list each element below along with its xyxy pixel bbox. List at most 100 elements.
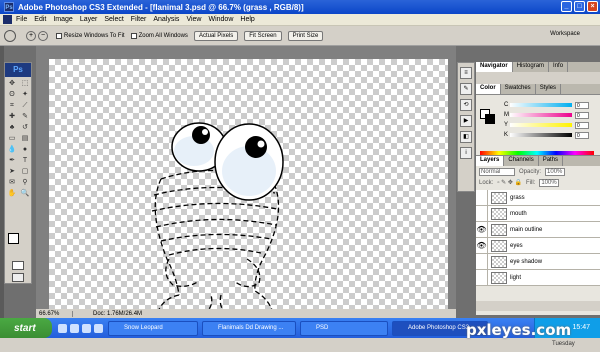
eyedropper-icon[interactable]: ⚲ bbox=[19, 178, 31, 188]
layer-row[interactable]: 👁 eyes bbox=[476, 237, 600, 254]
eye-icon[interactable]: 👁 bbox=[476, 221, 488, 238]
layers-footer-icons[interactable] bbox=[476, 301, 600, 311]
print-size-button[interactable]: Print Size bbox=[287, 30, 324, 41]
menu-window[interactable]: Window bbox=[208, 16, 233, 23]
lock-icons[interactable]: ▫ ✎ ✥ 🔒 bbox=[497, 179, 522, 186]
close-button[interactable]: × bbox=[587, 1, 598, 12]
brush-tool-icon[interactable]: ✎ bbox=[19, 112, 31, 122]
dodge-tool-icon[interactable]: ● bbox=[19, 145, 31, 155]
tool-presets-icon[interactable]: ✎ bbox=[460, 83, 472, 95]
visibility-toggle-icon[interactable] bbox=[476, 269, 488, 286]
info-panel-icon[interactable]: i bbox=[460, 147, 472, 159]
marquee-tool-icon[interactable]: ⬚ bbox=[19, 79, 31, 89]
taskbar-item-snow-leopard[interactable]: Snow Leopard bbox=[108, 320, 198, 336]
lasso-tool-icon[interactable]: ʘ bbox=[6, 90, 18, 100]
tab-paths[interactable]: Paths bbox=[539, 156, 564, 166]
yellow-slider[interactable] bbox=[510, 123, 572, 127]
shape-tool-icon[interactable]: ▢ bbox=[19, 167, 31, 177]
tab-navigator[interactable]: Navigator bbox=[476, 62, 513, 72]
tab-swatches[interactable]: Swatches bbox=[501, 84, 536, 94]
magic-wand-icon[interactable]: ✦ bbox=[19, 90, 31, 100]
quick-launch-icon[interactable] bbox=[94, 323, 103, 333]
blur-tool-icon[interactable]: 💧 bbox=[6, 145, 18, 155]
history-brush-icon[interactable]: ↺ bbox=[19, 123, 31, 133]
stamp-tool-icon[interactable]: ♣ bbox=[6, 123, 18, 133]
layer-row[interactable]: 👁 main outline bbox=[476, 221, 600, 238]
quick-launch-icon[interactable] bbox=[70, 323, 79, 333]
cyan-value[interactable]: 0 bbox=[575, 101, 589, 109]
visibility-toggle-icon[interactable] bbox=[476, 189, 488, 206]
tab-styles[interactable]: Styles bbox=[536, 84, 562, 94]
layer-comps-icon[interactable]: ◧ bbox=[460, 131, 472, 143]
zoom-tool-icon[interactable] bbox=[4, 29, 16, 42]
zoom-out-icon[interactable]: − bbox=[38, 30, 48, 41]
visibility-toggle-icon[interactable] bbox=[476, 205, 488, 222]
resize-windows-checkbox[interactable] bbox=[56, 32, 62, 39]
maximize-button[interactable]: □ bbox=[574, 1, 585, 12]
cyan-slider[interactable] bbox=[510, 103, 572, 107]
magenta-value[interactable]: 0 bbox=[575, 111, 589, 119]
gradient-tool-icon[interactable]: ▤ bbox=[19, 134, 31, 144]
fit-screen-button[interactable]: Fit Screen bbox=[244, 30, 282, 41]
visibility-toggle-icon[interactable] bbox=[476, 253, 488, 270]
start-button[interactable]: start bbox=[0, 318, 52, 338]
zoom-in-icon[interactable]: + bbox=[26, 30, 36, 41]
brushes-panel-icon[interactable]: ≡ bbox=[460, 67, 472, 79]
photoshop-menu-icon[interactable] bbox=[3, 15, 12, 24]
yellow-value[interactable]: 0 bbox=[575, 121, 589, 129]
history-panel-icon[interactable]: ⟲ bbox=[460, 99, 472, 111]
foreground-color-swatch[interactable] bbox=[8, 233, 19, 244]
eye-icon[interactable]: 👁 bbox=[476, 237, 488, 254]
taskbar-item-psd[interactable]: PSD bbox=[300, 320, 388, 336]
layer-row[interactable]: eye shadow bbox=[476, 253, 600, 270]
screen-mode-icon[interactable] bbox=[12, 273, 24, 282]
menu-edit[interactable]: Edit bbox=[34, 16, 46, 23]
zoom-level[interactable]: 66.67% bbox=[39, 310, 73, 317]
healing-tool-icon[interactable]: ✚ bbox=[6, 112, 18, 122]
notes-tool-icon[interactable]: ✉ bbox=[6, 178, 18, 188]
menu-image[interactable]: Image bbox=[53, 16, 72, 23]
quick-launch-icon[interactable] bbox=[82, 323, 91, 333]
menu-file[interactable]: File bbox=[16, 16, 27, 23]
tab-histogram[interactable]: Histogram bbox=[513, 62, 550, 72]
fill-input[interactable]: 100% bbox=[539, 178, 560, 187]
actions-panel-icon[interactable]: ▶ bbox=[460, 115, 472, 127]
slice-tool-icon[interactable]: ⟋ bbox=[19, 101, 31, 111]
magenta-slider[interactable] bbox=[510, 113, 572, 117]
menu-filter[interactable]: Filter bbox=[131, 16, 147, 23]
tab-color[interactable]: Color bbox=[476, 84, 501, 94]
hand-tool-icon[interactable]: ✋ bbox=[6, 189, 18, 199]
layer-row[interactable]: light bbox=[476, 269, 600, 286]
blend-mode-select[interactable]: Normal bbox=[479, 167, 515, 176]
color-bg-swatch[interactable] bbox=[485, 114, 495, 124]
zoom-all-checkbox[interactable] bbox=[130, 32, 137, 39]
menu-help[interactable]: Help bbox=[240, 16, 254, 23]
actual-pixels-button[interactable]: Actual Pixels bbox=[193, 30, 239, 41]
menu-view[interactable]: View bbox=[186, 16, 201, 23]
menu-analysis[interactable]: Analysis bbox=[153, 16, 179, 23]
quick-mask-icon[interactable] bbox=[12, 261, 24, 270]
tab-channels[interactable]: Channels bbox=[504, 156, 539, 166]
move-tool-icon[interactable]: ✥ bbox=[6, 79, 18, 89]
zoom-tool-box-icon[interactable]: 🔍 bbox=[19, 189, 31, 199]
minimize-button[interactable]: _ bbox=[561, 1, 572, 12]
menu-select[interactable]: Select bbox=[104, 16, 123, 23]
clock[interactable]: 15:47 bbox=[572, 324, 590, 331]
layer-row[interactable]: mouth bbox=[476, 205, 600, 222]
eraser-tool-icon[interactable]: ▭ bbox=[6, 134, 18, 144]
canvas[interactable] bbox=[49, 59, 448, 327]
tab-info[interactable]: Info bbox=[549, 62, 569, 72]
tab-layers[interactable]: Layers bbox=[476, 156, 505, 166]
black-value[interactable]: 0 bbox=[575, 131, 589, 139]
taskbar-item-flanimals[interactable]: Flanimals Dd Drawing ... bbox=[202, 320, 296, 336]
menu-layer[interactable]: Layer bbox=[80, 16, 98, 23]
quick-launch-icon[interactable] bbox=[58, 323, 67, 333]
pen-tool-icon[interactable]: ✒ bbox=[6, 156, 18, 166]
path-select-icon[interactable]: ➤ bbox=[6, 167, 18, 177]
opacity-input[interactable]: 100% bbox=[545, 167, 566, 176]
crop-tool-icon[interactable]: ⌗ bbox=[6, 101, 18, 111]
layer-row[interactable]: grass bbox=[476, 189, 600, 206]
workspace-menu[interactable]: Workspace bbox=[550, 31, 580, 37]
type-tool-icon[interactable]: T bbox=[19, 156, 31, 166]
black-slider[interactable] bbox=[510, 133, 572, 137]
